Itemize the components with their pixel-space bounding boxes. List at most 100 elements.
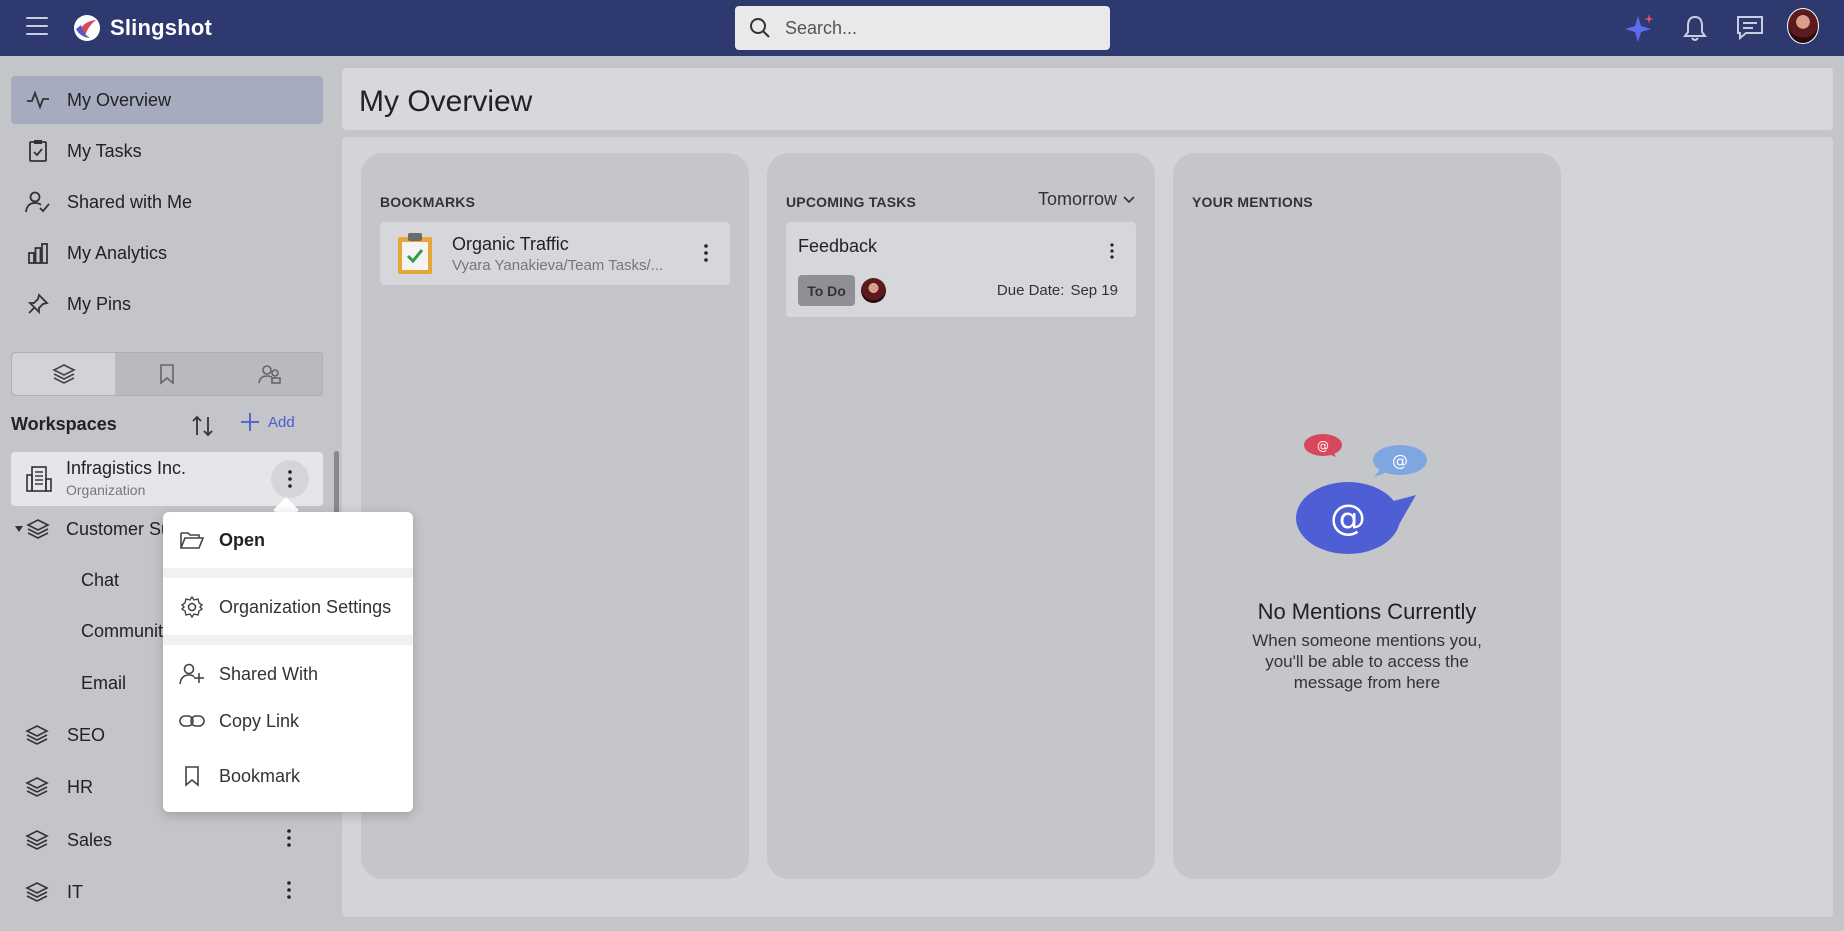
nav-item-label: Shared with Me <box>67 191 193 212</box>
bookmark-item[interactable]: Organic Traffic Vyara Yanakieva/Team Tas… <box>380 222 730 285</box>
task-more-button[interactable] <box>1100 236 1124 266</box>
add-workspace-button[interactable]: Add <box>240 412 295 432</box>
svg-text:@: @ <box>1317 439 1329 453</box>
clipboard-check-icon <box>25 138 51 164</box>
tab-people[interactable] <box>219 353 322 395</box>
building-icon <box>25 465 53 498</box>
more-vertical-icon <box>1110 243 1114 259</box>
search-box[interactable] <box>735 6 1110 50</box>
ai-sparkle-icon[interactable] <box>1624 12 1656 44</box>
tab-workspaces[interactable] <box>12 353 116 395</box>
task-name: Feedback <box>798 236 878 256</box>
nav-item-my-tasks[interactable]: My Tasks <box>11 127 323 175</box>
tasks-filter-label: Tomorrow <box>1037 189 1117 209</box>
svg-text:@: @ <box>1330 498 1366 539</box>
layers-icon <box>25 724 51 746</box>
upcoming-tasks-panel: UPCOMING TASKS Tomorrow Feedback To Do D… <box>767 153 1155 879</box>
slingshot-logo-icon <box>74 15 100 41</box>
due-date-value: Sep 19 <box>1070 282 1118 299</box>
search-input[interactable] <box>785 17 1085 39</box>
menu-item-open[interactable]: Open <box>163 515 413 565</box>
activity-icon <box>25 87 51 113</box>
nav-item-label: My Overview <box>67 89 172 110</box>
chat-icon[interactable] <box>1734 12 1766 44</box>
layers-icon <box>25 776 51 798</box>
workspace-child-community[interactable]: Communit <box>81 621 163 642</box>
mentions-title: YOUR MENTIONS <box>1192 194 1313 210</box>
link-icon <box>179 708 205 734</box>
bookmark-icon <box>160 364 174 385</box>
mentions-panel: YOUR MENTIONS @ @ @ No Mentions Currentl… <box>1173 153 1561 879</box>
organization-more-button[interactable] <box>271 460 309 498</box>
nav-item-shared-with-me[interactable]: Shared with Me <box>11 178 323 226</box>
search-icon <box>750 18 770 38</box>
sidebar-view-switcher <box>11 352 323 396</box>
layers-icon <box>25 881 51 903</box>
workspace-item-customer-support[interactable]: Customer Su <box>14 518 171 540</box>
workspace-item-sales[interactable]: Sales <box>11 817 323 863</box>
bookmark-name: Organic Traffic <box>452 234 569 254</box>
top-bar: Slingshot <box>0 0 1844 56</box>
assignee-avatar <box>861 278 886 303</box>
menu-item-bookmark[interactable]: Bookmark <box>163 751 413 801</box>
task-item[interactable]: Feedback To Do Due Date: Sep 19 <box>786 222 1136 317</box>
plus-icon <box>241 413 259 431</box>
workspace-label: Sales <box>67 829 113 850</box>
workspace-label: HR <box>67 776 93 797</box>
workspace-child-chat[interactable]: Chat <box>81 570 119 591</box>
layers-icon <box>25 829 51 851</box>
more-vertical-icon[interactable] <box>287 829 291 852</box>
tasks-filter-dropdown[interactable]: Tomorrow <box>1038 189 1135 210</box>
nav-item-label: My Pins <box>67 293 132 314</box>
menu-item-label: Organization Settings <box>219 596 392 617</box>
menu-item-organization-settings[interactable]: Organization Settings <box>163 582 413 632</box>
user-check-icon <box>25 189 51 215</box>
bar-chart-icon <box>25 240 51 266</box>
workspaces-heading: Workspaces <box>11 414 117 434</box>
task-due-date: Due Date: Sep 19 <box>997 282 1118 299</box>
menu-item-label: Shared With <box>219 663 319 684</box>
workspace-item-organization[interactable]: Infragistics Inc. Organization <box>11 452 323 506</box>
more-vertical-icon[interactable] <box>287 881 291 904</box>
organization-name: Infragistics Inc. <box>66 458 187 478</box>
bookmark-more-button[interactable] <box>694 238 718 268</box>
layers-icon <box>26 519 50 539</box>
empty-state-title: No Mentions Currently <box>1257 599 1477 624</box>
upcoming-tasks-title: UPCOMING TASKS <box>786 194 917 210</box>
status-badge: To Do <box>798 275 855 306</box>
chevron-down-icon <box>1123 195 1135 203</box>
tab-bookmarks[interactable] <box>115 353 218 395</box>
app-name: Slingshot <box>110 15 213 40</box>
caret-down-icon <box>15 526 23 532</box>
workspace-label: Customer Su <box>66 518 172 539</box>
user-plus-icon <box>179 661 205 687</box>
layers-icon <box>51 364 76 384</box>
workspace-child-label: Communit <box>81 621 164 641</box>
workspace-item-it[interactable]: IT <box>11 869 323 915</box>
context-menu: Open Organization Settings Shared With C… <box>163 512 413 812</box>
nav-item-my-overview[interactable]: My Overview <box>11 76 323 124</box>
due-date-label: Due Date: <box>996 282 1065 299</box>
hamburger-menu-icon[interactable] <box>26 17 48 37</box>
menu-separator <box>163 568 413 578</box>
svg-text:@: @ <box>1392 451 1408 470</box>
nav-item-label: My Tasks <box>67 140 142 161</box>
pin-icon <box>25 291 51 317</box>
bookmark-icon <box>179 763 205 789</box>
menu-item-copy-link[interactable]: Copy Link <box>163 696 413 746</box>
avatar <box>1787 8 1819 44</box>
bookmarks-panel: BOOKMARKS Organic Traffic Vyara Yanakiev… <box>361 153 749 879</box>
user-avatar[interactable] <box>1787 8 1819 44</box>
workspace-child-email[interactable]: Email <box>81 673 126 694</box>
bell-icon[interactable] <box>1679 12 1711 44</box>
nav-item-my-analytics[interactable]: My Analytics <box>11 229 323 277</box>
nav-item-my-pins[interactable]: My Pins <box>11 280 323 328</box>
workspace-child-label: Chat <box>81 570 120 590</box>
menu-item-label: Open <box>219 529 266 550</box>
app-logo[interactable]: Slingshot <box>72 13 212 43</box>
gear-icon <box>179 594 205 620</box>
sort-icon[interactable] <box>190 413 216 439</box>
menu-item-shared-with[interactable]: Shared With <box>163 649 413 699</box>
menu-separator <box>163 635 413 645</box>
workspace-child-label: Email <box>81 673 127 693</box>
